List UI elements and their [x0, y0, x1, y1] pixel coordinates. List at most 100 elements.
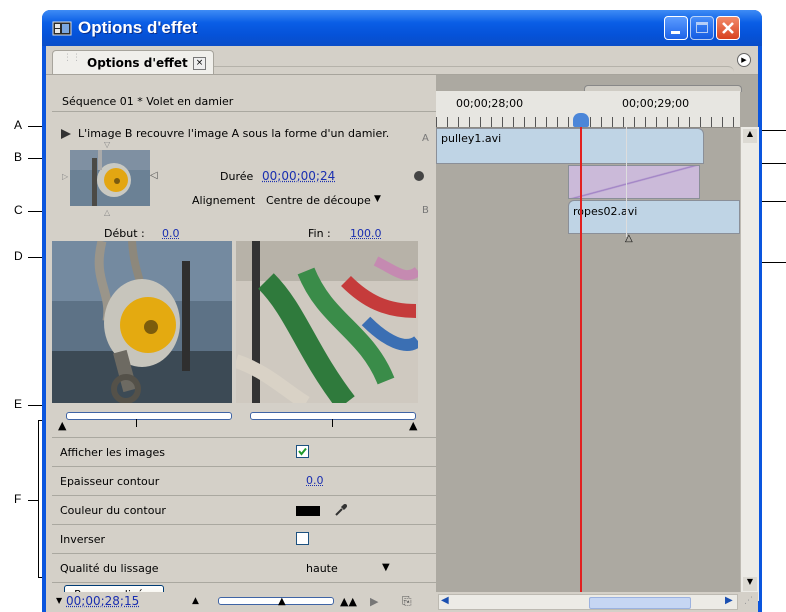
- thumbnail-arrow-left[interactable]: ▷: [62, 172, 68, 181]
- scroll-right-icon[interactable]: ▶: [725, 595, 733, 606]
- duration-value[interactable]: 00;00;00;24: [262, 169, 335, 183]
- antialias-dropdown-arrow-icon[interactable]: ▼: [382, 562, 390, 573]
- alignment-dropdown[interactable]: Centre de découpe: [266, 194, 371, 207]
- callout-e: E: [14, 397, 23, 411]
- preview-image-b: [236, 241, 418, 403]
- property-row-border-width: Epaisseur contour 0.0: [52, 467, 436, 496]
- ruler-time-left: 00;00;28;00: [456, 97, 524, 110]
- property-label: Afficher les images: [60, 446, 166, 459]
- slider-tick-a: [136, 419, 137, 427]
- property-label: Qualité du lissage: [60, 562, 159, 575]
- eyedropper-icon[interactable]: [334, 503, 348, 517]
- start-slider-handle[interactable]: ▲: [58, 419, 66, 432]
- gray-marker-line: [626, 127, 627, 237]
- effect-options-window: Options d'effet ⋮⋮ Options d'effet × ▶ S…: [42, 10, 762, 612]
- panel-tab-bar: ⋮⋮ Options d'effet × ▶: [46, 46, 758, 75]
- antialias-dropdown[interactable]: haute: [306, 562, 338, 575]
- reverse-icon[interactable]: [414, 171, 424, 181]
- timeline-panel: 00;00;28;00 00;00;29;00 pulley1.avi rope…: [436, 75, 759, 612]
- end-value[interactable]: 100.0: [350, 227, 382, 240]
- ropes-image: [236, 241, 418, 403]
- callout-f: F: [14, 492, 22, 506]
- zoom-out-icon[interactable]: ▲: [192, 596, 199, 606]
- property-label: Inverser: [60, 533, 106, 546]
- thumbnail-arrow-top[interactable]: ▽: [104, 140, 110, 149]
- close-icon: [722, 22, 734, 34]
- callout-c: C: [14, 203, 23, 217]
- panel-menu-icon[interactable]: ▶: [737, 53, 751, 67]
- scroll-up-icon[interactable]: ▲: [743, 129, 757, 143]
- end-label: Fin :: [308, 227, 331, 240]
- property-label: Couleur du contour: [60, 504, 166, 517]
- start-value[interactable]: 0.0: [162, 227, 180, 240]
- start-label: Début :: [104, 227, 145, 240]
- invert-checkbox[interactable]: [296, 532, 309, 545]
- sequence-label: Séquence 01 * Volet en damier: [62, 95, 234, 108]
- preview-image-a: [52, 241, 232, 403]
- clip-a-label: pulley1.avi: [441, 132, 502, 145]
- callout-a: A: [14, 118, 23, 132]
- show-images-checkbox[interactable]: [296, 445, 309, 458]
- end-slider-handle[interactable]: ▲: [409, 419, 417, 432]
- property-row-show-images: Afficher les images: [52, 438, 436, 467]
- maximize-button[interactable]: [690, 16, 714, 40]
- thumbnail-arrow-bottom[interactable]: △: [104, 208, 110, 217]
- current-timecode[interactable]: 00;00;28;15: [66, 594, 139, 608]
- tab-bar-curve: [214, 66, 734, 75]
- tab-label: Options d'effet: [87, 56, 188, 70]
- callout-d: D: [14, 249, 23, 263]
- track-b-label: B: [422, 205, 429, 216]
- slider-tick-b: [332, 419, 333, 427]
- transition-thumbnail: ▷ ◁ ▽ △: [62, 140, 158, 217]
- window-client: ⋮⋮ Options d'effet × ▶ Séquence 01 * Vol…: [46, 46, 759, 612]
- timeline-horizontal-scrollbar[interactable]: ◀ ▶: [438, 594, 738, 610]
- effect-controls-panel: Séquence 01 * Volet en damier L'image B …: [52, 75, 436, 612]
- play-audio-icon[interactable]: ▶: [370, 595, 378, 608]
- tab-grip-icon[interactable]: ⋮⋮: [63, 54, 81, 70]
- transition-clip[interactable]: [568, 165, 700, 199]
- ruler-time-right: 00;00;29;00: [622, 97, 690, 110]
- effect-description: L'image B recouvre l'image A sous la for…: [78, 127, 390, 140]
- bottom-toolbar: ▼ 00;00;28;15 ▲ ▲ ▲▲ ▶ ⎘ ◀ ▶ ⋰: [52, 592, 758, 612]
- premiere-app-icon: [52, 21, 72, 36]
- alignment-label: Alignement: [192, 194, 256, 207]
- tab-close-icon[interactable]: ×: [193, 57, 206, 70]
- property-label: Epaisseur contour: [60, 475, 160, 488]
- border-color-swatch[interactable]: [296, 506, 320, 516]
- title-bar[interactable]: Options d'effet: [42, 10, 762, 46]
- property-row-border-color: Couleur du contour: [52, 496, 436, 525]
- duration-label: Durée: [220, 170, 254, 183]
- zoom-slider[interactable]: [218, 597, 334, 605]
- start-slider-track[interactable]: [66, 412, 232, 420]
- scroll-left-icon[interactable]: ◀: [441, 595, 449, 606]
- pulley-image: [52, 241, 232, 403]
- property-row-antialias: Qualité du lissage haute ▼: [52, 554, 436, 583]
- thumbnail-arrow-right[interactable]: ◁: [150, 170, 158, 181]
- timecode-marker-icon: ▼: [56, 596, 63, 605]
- resize-grip-icon[interactable]: ⋰: [744, 596, 753, 606]
- clip-b[interactable]: ropes02.avi: [568, 200, 740, 234]
- scroll-thumb[interactable]: [589, 597, 691, 609]
- close-button[interactable]: [716, 16, 740, 40]
- callout-f-bracket: [38, 420, 39, 578]
- clip-a[interactable]: pulley1.avi: [436, 128, 704, 164]
- export-icon[interactable]: ⎘: [402, 594, 412, 609]
- property-row-invert: Inverser: [52, 525, 436, 554]
- thumbnail-image: [70, 150, 150, 206]
- tab-effect-options[interactable]: ⋮⋮ Options d'effet ×: [52, 50, 214, 74]
- playhead-handle[interactable]: [573, 113, 589, 127]
- window-title: Options d'effet: [78, 18, 198, 37]
- callout-f-line: [28, 500, 38, 501]
- playhead-line[interactable]: [580, 127, 582, 603]
- zoom-in-icon[interactable]: ▲▲: [340, 595, 357, 608]
- end-slider-track[interactable]: [250, 412, 416, 420]
- alignment-dropdown-arrow-icon[interactable]: ▼: [374, 194, 381, 204]
- border-width-value[interactable]: 0.0: [306, 474, 324, 487]
- play-triangle-icon[interactable]: [60, 128, 72, 140]
- minimize-button[interactable]: [664, 16, 688, 40]
- clip-b-label: ropes02.avi: [573, 205, 638, 218]
- timeline-vertical-scrollbar[interactable]: ▲ ▼: [740, 127, 759, 601]
- track-a-label: A: [422, 133, 429, 144]
- zoom-slider-handle[interactable]: ▲: [278, 596, 286, 607]
- scroll-down-icon[interactable]: ▼: [743, 577, 757, 591]
